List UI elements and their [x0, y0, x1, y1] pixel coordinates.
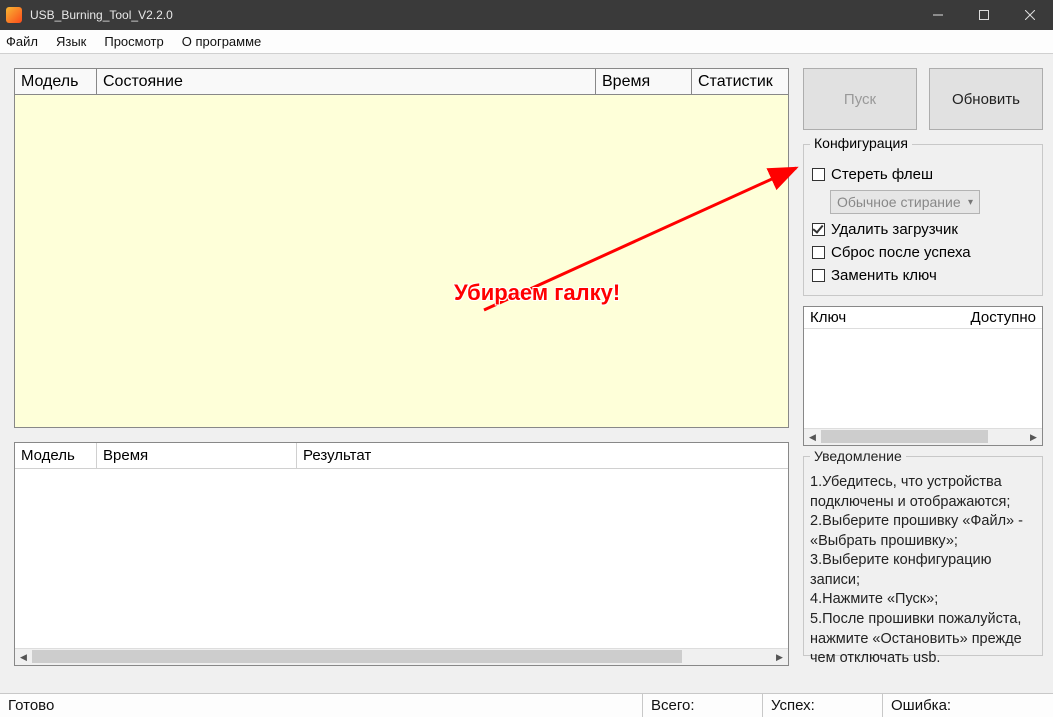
- minimize-button[interactable]: [915, 0, 961, 30]
- notice-line-2: 2.Выберите прошивку «Файл» - «Выбрать пр…: [810, 512, 1036, 551]
- menu-lang[interactable]: Язык: [56, 34, 86, 49]
- notice-legend: Уведомление: [810, 447, 906, 466]
- close-button[interactable]: [1007, 0, 1053, 30]
- key-list-header: Ключ Доступно: [804, 307, 1042, 329]
- start-button[interactable]: Пуск: [803, 68, 917, 130]
- notice-line-5: 5.После прошивки пожалуйста, нажмите «Ос…: [810, 610, 1036, 669]
- menu-view[interactable]: Просмотр: [104, 34, 163, 49]
- erase-bootloader-checkbox[interactable]: [812, 223, 825, 236]
- col-time[interactable]: Время: [596, 69, 692, 94]
- titlebar: USB_Burning_Tool_V2.2.0: [0, 0, 1053, 30]
- col-model[interactable]: Модель: [15, 69, 97, 94]
- maximize-button[interactable]: [961, 0, 1007, 30]
- notice-group: Уведомление 1.Убедитесь, что устройства …: [803, 456, 1043, 656]
- statusbar: Готово Всего: Успех: Ошибка:: [0, 693, 1053, 717]
- refresh-button[interactable]: Обновить: [929, 68, 1043, 130]
- left-column: Модель Состояние Время Статистик Убираем…: [14, 68, 789, 693]
- erase-bootloader-row[interactable]: Удалить загрузчик: [812, 218, 1034, 241]
- menubar: Файл Язык Просмотр О программе: [0, 30, 1053, 54]
- config-group: Конфигурация Стереть флеш Обычное стиран…: [803, 144, 1043, 296]
- key-col-key[interactable]: Ключ: [810, 309, 846, 326]
- erase-mode-select[interactable]: Обычное стирание ▾: [830, 190, 980, 214]
- chevron-down-icon: ▾: [968, 197, 973, 208]
- notice-line-3: 3.Выберите конфигурацию записи;: [810, 551, 1036, 590]
- col-state[interactable]: Состояние: [97, 69, 596, 94]
- key-list-body[interactable]: [804, 329, 1042, 428]
- device-grid: Модель Состояние Время Статистик: [14, 68, 789, 428]
- notice-line-4: 4.Нажмите «Пуск»;: [810, 590, 1036, 610]
- app-icon: [6, 7, 22, 23]
- scroll-left-icon[interactable]: ◀: [804, 429, 821, 445]
- log-scrollbar[interactable]: ◀ ▶: [15, 648, 788, 665]
- key-scrollbar[interactable]: ◀ ▶: [804, 428, 1042, 445]
- erase-flash-label: Стереть флеш: [831, 166, 933, 183]
- right-column: Пуск Обновить Конфигурация Стереть флеш …: [803, 68, 1043, 693]
- config-legend: Конфигурация: [810, 135, 912, 151]
- erase-mode-value: Обычное стирание: [837, 194, 961, 210]
- replace-key-checkbox[interactable]: [812, 269, 825, 282]
- erase-flash-checkbox[interactable]: [812, 168, 825, 181]
- notice-line-1: 1.Убедитесь, что устройства подключены и…: [810, 473, 1036, 512]
- device-grid-header: Модель Состояние Время Статистик: [15, 69, 788, 95]
- device-grid-body[interactable]: [15, 95, 788, 427]
- menu-about[interactable]: О программе: [182, 34, 262, 49]
- reset-after-checkbox[interactable]: [812, 246, 825, 259]
- status-ready: Готово: [0, 694, 643, 717]
- scroll-right-icon[interactable]: ▶: [771, 649, 788, 665]
- window-title: USB_Burning_Tool_V2.2.0: [30, 8, 915, 22]
- replace-key-label: Заменить ключ: [831, 267, 937, 284]
- log-col-result[interactable]: Результат: [297, 443, 788, 468]
- scroll-right-icon[interactable]: ▶: [1025, 429, 1042, 445]
- erase-flash-row[interactable]: Стереть флеш: [812, 163, 1034, 186]
- status-total: Всего:: [643, 694, 763, 717]
- erase-bootloader-label: Удалить загрузчик: [831, 221, 958, 238]
- log-grid-body[interactable]: [15, 469, 788, 648]
- status-error: Ошибка:: [883, 694, 1053, 717]
- reset-after-row[interactable]: Сброс после успеха: [812, 241, 1034, 264]
- scroll-left-icon[interactable]: ◀: [15, 649, 32, 665]
- log-col-time[interactable]: Время: [97, 443, 297, 468]
- content: Модель Состояние Время Статистик Убираем…: [0, 54, 1053, 693]
- log-grid: Модель Время Результат ◀ ▶: [14, 442, 789, 666]
- log-col-model[interactable]: Модель: [15, 443, 97, 468]
- replace-key-row[interactable]: Заменить ключ: [812, 264, 1034, 287]
- status-success: Успех:: [763, 694, 883, 717]
- key-list: Ключ Доступно ◀ ▶: [803, 306, 1043, 446]
- menu-file[interactable]: Файл: [6, 34, 38, 49]
- key-col-avail[interactable]: Доступно: [971, 309, 1036, 326]
- col-stat[interactable]: Статистик: [692, 69, 788, 94]
- log-grid-header: Модель Время Результат: [15, 443, 788, 469]
- reset-after-label: Сброс после успеха: [831, 244, 971, 261]
